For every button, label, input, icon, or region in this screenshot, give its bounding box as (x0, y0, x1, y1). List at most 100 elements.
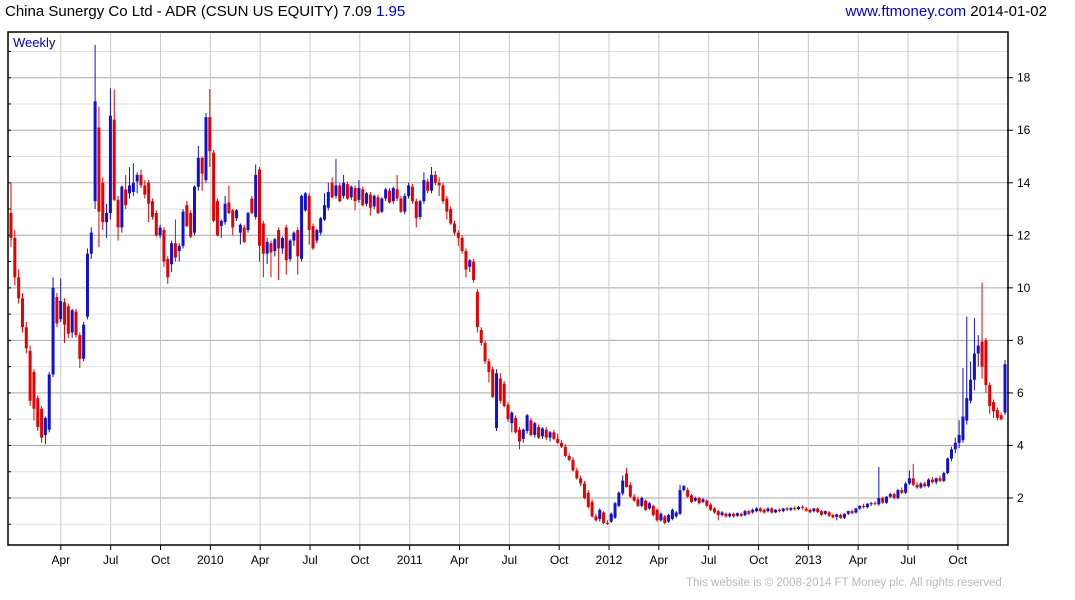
x-axis-label: Oct (151, 553, 170, 567)
candle-body (693, 497, 697, 501)
candle-body (158, 227, 162, 236)
candle-body (892, 494, 896, 498)
candle-body (636, 499, 640, 506)
x-axis-label: Jul (103, 553, 118, 567)
candle-body (881, 497, 885, 503)
candle-body (850, 511, 854, 514)
candle-body (804, 508, 808, 511)
candle-body (24, 327, 28, 349)
candle-body (720, 512, 724, 516)
x-axis-label: Jul (502, 553, 517, 567)
candle-body (227, 202, 231, 213)
candle-body (387, 190, 391, 203)
candle-body (223, 203, 227, 223)
candle-body (338, 185, 342, 202)
y-axis-label: 18 (1017, 71, 1031, 85)
candle-body (452, 223, 456, 233)
x-axis-label: Oct (749, 553, 768, 567)
candle-body (927, 479, 931, 487)
candle-body (858, 505, 862, 509)
candle-body (980, 341, 984, 367)
ftmoney-link[interactable]: www.ftmoney.com (846, 3, 967, 20)
candle-body (150, 201, 154, 217)
last-price: 7.09 (342, 3, 372, 20)
candle-body (487, 361, 491, 372)
candle-body (101, 182, 105, 223)
candle-body (311, 226, 315, 249)
candle-body (59, 300, 63, 320)
candle-body (265, 241, 269, 254)
candle-body (831, 515, 835, 518)
candle-body (242, 227, 246, 242)
candle-body (923, 483, 927, 487)
candle-body (621, 480, 625, 494)
candle-body (47, 374, 51, 430)
candle-body (326, 191, 330, 208)
candle-body (17, 277, 21, 299)
candle-body (510, 412, 514, 424)
candle-body (942, 473, 946, 481)
candle-body (108, 115, 112, 213)
price-change: 1.95 (375, 3, 406, 20)
candle-body (365, 193, 369, 204)
candle-body (705, 500, 709, 506)
candle-body (728, 513, 732, 517)
y-axis-label: 2 (1017, 491, 1024, 505)
candle-body (215, 201, 219, 236)
candle-body (846, 511, 850, 514)
candle-body (823, 511, 827, 514)
candle-body (407, 185, 411, 196)
candle-body (537, 427, 541, 438)
candle-body (292, 232, 296, 241)
x-axis-label: Oct (550, 553, 569, 567)
candle-body (647, 503, 651, 509)
candle-body (349, 186, 353, 198)
x-axis-label: Apr (849, 553, 868, 567)
candle-body (479, 329, 483, 344)
candle-body (502, 383, 506, 407)
candle-body (273, 239, 277, 252)
candle-body (189, 212, 193, 237)
candle-body (911, 478, 915, 485)
candle-body (873, 503, 877, 505)
candle-body (800, 506, 804, 508)
candle-body (797, 506, 801, 510)
candle-body (842, 513, 846, 518)
candle-body (514, 417, 518, 433)
candle-body (147, 182, 151, 204)
candle-body (441, 185, 445, 202)
x-axis-label: 2010 (197, 553, 224, 567)
candle-body (212, 152, 216, 221)
candle-body (969, 379, 973, 401)
candle-body (391, 188, 395, 202)
candle-body (739, 513, 743, 516)
candle-body (984, 340, 988, 386)
candle-body (208, 117, 212, 152)
title-bar: China Sunergy Co Ltd - ADR (CSUN US EQUI… (5, 3, 1047, 20)
candle-body (839, 515, 843, 518)
candle-body (617, 492, 621, 506)
y-axis-label: 12 (1017, 228, 1031, 242)
candle-body (1003, 364, 1007, 413)
candle-body (170, 243, 174, 265)
candle-body (896, 490, 900, 498)
candle-body (816, 508, 820, 513)
candle-body (988, 385, 992, 407)
candle-body (560, 442, 564, 447)
candle-body (590, 501, 594, 517)
candle-body (598, 509, 602, 519)
candle-body (697, 497, 701, 504)
candle-body (957, 434, 961, 443)
candle-body (82, 324, 86, 359)
x-axis-label: Jul (900, 553, 915, 567)
candle-body (131, 182, 135, 192)
candle-body (965, 398, 969, 421)
candle-body (399, 198, 403, 212)
candle-body (231, 210, 235, 228)
candle-body (36, 398, 40, 428)
candle-body (919, 483, 923, 488)
candle-body (827, 512, 831, 516)
candle-body (930, 479, 934, 483)
candle-body (105, 212, 109, 223)
candle-body (835, 514, 839, 517)
